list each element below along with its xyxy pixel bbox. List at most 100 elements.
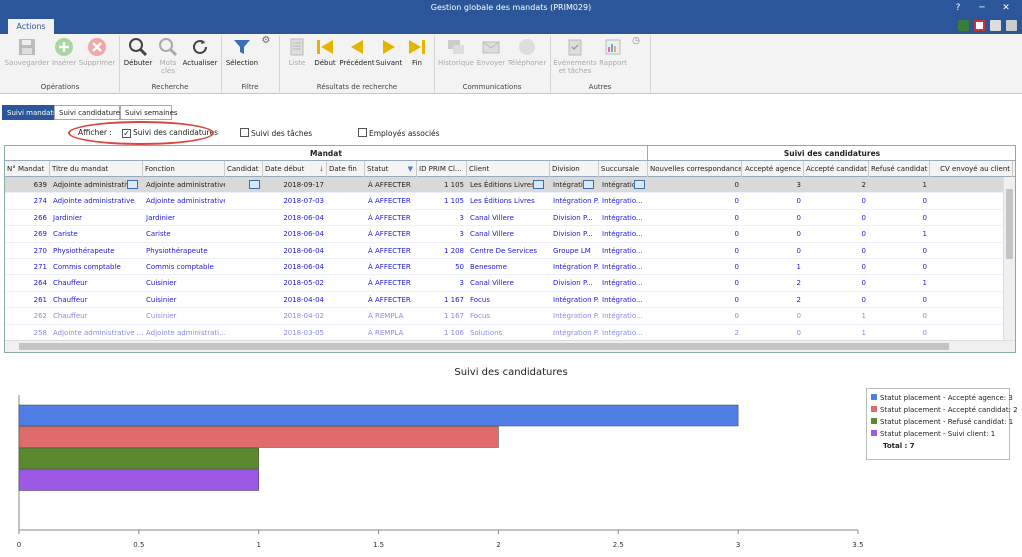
- checkbox-icon[interactable]: [358, 128, 367, 137]
- lookup-icon[interactable]: [634, 180, 645, 189]
- table-cell: Cuisinier: [146, 295, 177, 304]
- history-button[interactable]: Historique: [437, 37, 475, 67]
- table-row[interactable]: 264 Chauffeur Cuisinier 2018-05-02 À AFFECTE…: [5, 275, 1010, 292]
- close-button[interactable]: ✕: [994, 0, 1018, 17]
- table-cell: [225, 226, 263, 242]
- option-employes-associes[interactable]: Employés associés: [358, 128, 440, 138]
- lookup-icon[interactable]: [533, 180, 544, 189]
- calculator-icon[interactable]: [958, 20, 969, 31]
- bar[interactable]: [18, 404, 739, 427]
- column-header[interactable]: Refusé candidat: [869, 161, 930, 177]
- delete-button[interactable]: Supprimer: [78, 37, 116, 67]
- tab-actions[interactable]: Actions: [8, 19, 54, 34]
- legend-entry[interactable]: Statut placement - Refusé candidat: 1: [871, 416, 1013, 428]
- legend-entry[interactable]: Statut placement - Suivi client: 1: [871, 428, 1005, 440]
- save-button[interactable]: Sauvegarder: [4, 37, 50, 67]
- table-row[interactable]: 261 Chauffeur Cuisinier 2018-04-04 À AFFECTE…: [5, 292, 1010, 309]
- column-header[interactable]: Fonction: [143, 161, 225, 177]
- events-button[interactable]: Événements et tâches: [553, 37, 597, 75]
- column-header[interactable]: Date fin: [327, 161, 365, 177]
- x-tick-label: 0: [17, 541, 21, 549]
- column-header[interactable]: CV envoyé au client: [930, 161, 1013, 177]
- minimize-button[interactable]: ─: [970, 0, 994, 17]
- print-icon[interactable]: [990, 20, 1001, 31]
- checkbox-icon[interactable]: [240, 128, 249, 137]
- table-row[interactable]: 271 Commis comptable Commis comptable 2018-…: [5, 259, 1010, 276]
- report-button[interactable]: Rapport: [598, 37, 628, 67]
- table-row[interactable]: 262 Chauffeur Cuisinier 2018-04-02 À REMPLA 1…: [5, 308, 1010, 325]
- column-header[interactable]: Candidat: [225, 161, 263, 177]
- option-suivi-taches[interactable]: Suivi des tâches: [240, 128, 312, 138]
- column-header[interactable]: Client: [467, 161, 550, 177]
- x-tick-label: 1: [256, 541, 260, 549]
- history-icon: [446, 37, 466, 57]
- schedule-button[interactable]: ◷: [629, 37, 643, 46]
- floppy-icon: [17, 37, 37, 57]
- column-header[interactable]: Division: [550, 161, 599, 177]
- legend-entry[interactable]: Statut placement - Accepté agence: 3: [871, 392, 1013, 404]
- table-row[interactable]: 269 Cariste Cariste 2018-06-04 À AFFECTER 3 Ca…: [5, 226, 1010, 243]
- table-cell: À AFFECTER: [368, 246, 411, 255]
- column-header[interactable]: Titre du mandat: [50, 161, 143, 177]
- table-cell: 2018-04-02: [283, 312, 324, 321]
- table-cell: 2: [930, 210, 1013, 226]
- scroll-thumb-h[interactable]: [19, 343, 949, 350]
- vertical-scrollbar[interactable]: [1003, 177, 1015, 342]
- start-search-button[interactable]: Débuter: [122, 37, 154, 67]
- column-header[interactable]: Nouvelles correspondances: [648, 161, 742, 177]
- first-button[interactable]: Début: [312, 37, 338, 67]
- sort-desc-icon[interactable]: ⭣: [320, 161, 323, 177]
- insert-button[interactable]: Insérer: [51, 37, 77, 67]
- table-cell: 2018-06-04: [283, 213, 324, 222]
- scroll-thumb[interactable]: [1006, 189, 1013, 259]
- table-row[interactable]: 266 Jardinier Jardinier 2018-06-04 À AFFECTE…: [5, 210, 1010, 227]
- table-row[interactable]: 274 Adjointe administrative Adjointe admin…: [5, 193, 1010, 210]
- bar[interactable]: [18, 426, 499, 448]
- help-icon[interactable]: ?: [946, 0, 970, 17]
- list-button[interactable]: Liste: [284, 37, 310, 67]
- minimize-ribbon-icon[interactable]: [1006, 20, 1017, 31]
- horizontal-scrollbar[interactable]: [5, 340, 1015, 352]
- table-cell: Cariste: [146, 230, 171, 239]
- table-cell: [327, 243, 365, 259]
- phone-button[interactable]: Téléphoner: [507, 37, 547, 67]
- previous-button[interactable]: Précédent: [339, 37, 375, 67]
- last-button[interactable]: Fin: [404, 37, 430, 67]
- column-header[interactable]: Accepté agence: [742, 161, 804, 177]
- lookup-icon[interactable]: [249, 180, 260, 189]
- filter-icon[interactable]: ▼: [408, 161, 413, 177]
- bar[interactable]: [18, 469, 259, 491]
- table-cell: [327, 177, 365, 193]
- tab-suivi-semaines[interactable]: Suivi semaines: [120, 105, 178, 120]
- table-cell: 0: [861, 295, 866, 304]
- table-cell: Adjointe administrative: [53, 197, 135, 206]
- column-headers: N° Mandat Titre du mandat Fonction Candidat…: [5, 161, 1015, 177]
- column-header[interactable]: Succursale: [599, 161, 648, 177]
- table-cell: Cuisinier: [146, 312, 177, 321]
- table-row[interactable]: 639 Adjointe administrative Adjointe admin…: [5, 177, 1010, 194]
- flag-icon[interactable]: [974, 20, 985, 31]
- send-button[interactable]: Envoyer: [476, 37, 506, 67]
- table-cell: 2: [861, 181, 866, 189]
- column-header[interactable]: Accepté candidat: [804, 161, 869, 177]
- selection-button[interactable]: Sélection: [224, 37, 260, 67]
- tab-suivi-mandats[interactable]: Suivi mandats: [2, 105, 57, 120]
- table-row[interactable]: 258 Adjointe administrative ... Adjointe a…: [5, 325, 1010, 341]
- column-header[interactable]: ID PRIM Cl...: [417, 161, 467, 177]
- lookup-icon[interactable]: [583, 180, 594, 189]
- column-header[interactable]: Date début ⭣: [263, 161, 327, 177]
- refresh-button[interactable]: Actualiser: [182, 37, 218, 67]
- table-row[interactable]: 270 Physiothérapeute Physiothérapeute 2018-…: [5, 243, 1010, 259]
- lookup-icon[interactable]: [127, 180, 138, 189]
- keywords-button[interactable]: Mots clés: [155, 37, 181, 75]
- next-button[interactable]: Suivant: [375, 37, 403, 67]
- legend-entry[interactable]: Statut placement - Accepté candidat: 2: [871, 404, 1018, 416]
- column-header[interactable]: Statut ▼: [365, 161, 417, 177]
- tab-suivi-candidatures[interactable]: Suivi candidatures: [54, 105, 124, 120]
- ribbon: Sauvegarder Insérer Supprimer Opérations…: [0, 34, 1022, 94]
- table-cell: [225, 325, 263, 341]
- column-header[interactable]: N° Mandat: [5, 161, 50, 177]
- bar[interactable]: [18, 447, 259, 470]
- filter-settings-button[interactable]: ⚙: [260, 36, 272, 46]
- chart-title: Suivi des candidatures: [454, 367, 568, 378]
